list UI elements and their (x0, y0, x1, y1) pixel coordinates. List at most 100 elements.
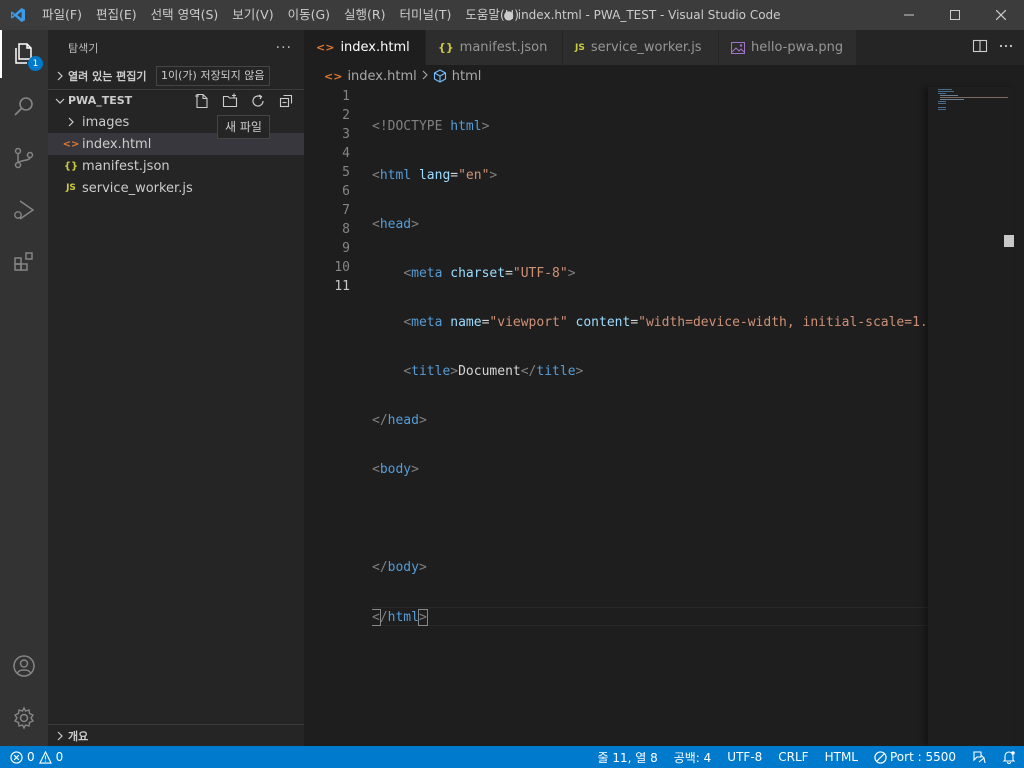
html-icon: <> (316, 41, 335, 54)
vscode-logo-icon (0, 0, 35, 30)
live-server-port[interactable]: Port : 5500 (866, 750, 964, 764)
tree-item-label: index.html (82, 136, 152, 152)
menu-selection[interactable]: 선택 영역(S) (144, 0, 226, 30)
outline-section[interactable]: 개요 (48, 724, 304, 746)
menu-run[interactable]: 실행(R) (337, 0, 392, 30)
breadcrumb-file[interactable]: index.html (347, 69, 416, 84)
run-debug-icon (14, 200, 35, 220)
menu-view[interactable]: 보기(V) (225, 0, 280, 30)
json-icon: {} (63, 160, 79, 172)
explorer-activity[interactable]: 1 (0, 30, 48, 78)
project-folder-header[interactable]: PWA_TEST (48, 89, 304, 111)
editor-more-button[interactable] (998, 38, 1014, 58)
warning-icon (38, 750, 52, 764)
line-number-gutter: 1 2 3 4 5 6 7 8 9 10 11 (304, 87, 360, 296)
new-folder-button[interactable] (220, 91, 240, 111)
window-controls (886, 0, 1024, 30)
line-number: 6 (342, 184, 350, 199)
search-activity[interactable] (0, 82, 48, 130)
tree-file-manifest-json[interactable]: {} manifest.json (48, 155, 304, 177)
bell-icon (1002, 751, 1016, 764)
explorer-more-button[interactable]: ··· (276, 40, 292, 56)
collapse-all-button[interactable] (276, 91, 296, 111)
breadcrumb-symbol[interactable]: html (452, 69, 482, 84)
maximize-button[interactable] (932, 0, 978, 30)
unsaved-count-tooltip: 1이(가) 저장되지 않음 (156, 66, 270, 86)
scrollbar-thumb[interactable] (1004, 235, 1014, 247)
tab-label: index.html (340, 40, 410, 55)
line-number: 5 (342, 165, 350, 180)
code-line-current: </html> (372, 607, 928, 626)
extensions-activity[interactable] (0, 238, 48, 286)
indentation[interactable]: 공백: 4 (666, 749, 720, 766)
new-folder-icon (222, 93, 238, 107)
tree-item-label: service_worker.js (82, 180, 193, 196)
manage-activity[interactable] (0, 694, 48, 742)
search-icon (14, 97, 33, 116)
line-number: 8 (342, 222, 350, 237)
account-icon (13, 655, 35, 677)
code-line: </head> (372, 413, 427, 428)
tab-label: service_worker.js (590, 40, 702, 55)
gear-icon (13, 706, 35, 730)
language-mode[interactable]: HTML (817, 750, 866, 764)
menu-edit[interactable]: 편집(E) (89, 0, 144, 30)
problems-indicator[interactable]: 0 0 (0, 750, 63, 764)
chevron-right-icon (62, 111, 80, 133)
maximize-icon (950, 10, 960, 20)
port-label: Port : 5500 (890, 750, 956, 764)
menu-file[interactable]: 파일(F) (35, 0, 89, 30)
tab-manifest-json[interactable]: {} manifest.json (426, 30, 563, 65)
error-count: 0 (27, 750, 35, 764)
new-file-tooltip: 새 파일 (217, 115, 270, 139)
accounts-activity[interactable] (0, 642, 48, 690)
minimap-preview (938, 89, 1008, 110)
line-number: 2 (342, 108, 350, 123)
menu-help[interactable]: 도움말(H) (458, 0, 526, 30)
tab-hello-pwa-png[interactable]: hello-pwa.png (719, 30, 857, 65)
explorer-title: 탐색기 (68, 41, 99, 55)
line-number: 9 (342, 241, 350, 256)
code-editor[interactable]: 1 2 3 4 5 6 7 8 9 10 11 <!DOCTYPE html> … (304, 87, 1024, 746)
warning-count: 0 (55, 750, 64, 764)
source-control-activity[interactable] (0, 134, 48, 182)
js-icon: JS (575, 42, 585, 53)
json-icon: {} (438, 41, 454, 54)
editor-actions (972, 30, 1024, 65)
html-icon: <> (62, 138, 80, 150)
refresh-button[interactable] (248, 91, 268, 111)
minimize-button[interactable] (886, 0, 932, 30)
new-file-button[interactable] (192, 91, 212, 111)
open-editors-label: 열려 있는 편집기 (68, 70, 147, 83)
open-editors-section[interactable]: 열려 있는 편집기 1이(가) 저장되지 않음 (48, 65, 304, 87)
feedback-button[interactable] (964, 750, 994, 764)
end-of-line[interactable]: CRLF (770, 750, 816, 764)
tree-item-label: manifest.json (82, 158, 170, 174)
code-line: <!DOCTYPE html> (372, 119, 490, 134)
minimize-icon (904, 14, 914, 16)
line-number: 3 (342, 127, 350, 142)
tab-label: manifest.json (459, 40, 548, 55)
title-bar: 파일(F) 편집(E) 선택 영역(S) 보기(V) 이동(G) 실행(R) 터… (0, 0, 1024, 30)
run-debug-activity[interactable] (0, 186, 48, 234)
split-editor-button[interactable] (972, 38, 988, 58)
image-icon (731, 41, 745, 54)
activity-bar: 1 (0, 30, 48, 746)
notifications-button[interactable] (994, 750, 1024, 764)
menu-go[interactable]: 이동(G) (281, 0, 337, 30)
tab-index-html[interactable]: <> index.html (304, 30, 426, 65)
cursor-position[interactable]: 줄 11, 열 8 (589, 749, 665, 766)
encoding[interactable]: UTF-8 (719, 750, 770, 764)
line-number: 1 (342, 89, 350, 104)
minimap[interactable] (928, 87, 1014, 746)
tree-file-service-worker-js[interactable]: JS service_worker.js (48, 177, 304, 199)
editor-tabs: <> index.html {} manifest.json JS servic… (304, 30, 1024, 65)
chevron-right-icon (52, 71, 68, 81)
more-icon (999, 44, 1013, 47)
outline-label: 개요 (68, 729, 89, 743)
tab-service-worker-js[interactable]: JS service_worker.js (563, 30, 719, 65)
new-file-icon (195, 93, 208, 108)
code-content[interactable]: <!DOCTYPE html> <html lang="en"> <head> … (372, 87, 928, 656)
menu-terminal[interactable]: 터미널(T) (393, 0, 459, 30)
close-window-button[interactable] (978, 0, 1024, 30)
